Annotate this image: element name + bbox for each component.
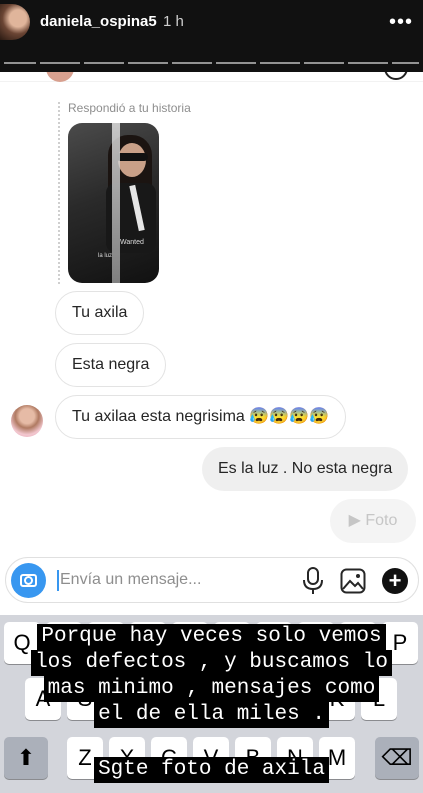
replied-story-thumbnail[interactable]: Wanted la luz (68, 123, 159, 283)
story-username[interactable]: daniela_ospina5 (40, 13, 157, 30)
story-progress-segment (304, 62, 344, 64)
incoming-message[interactable]: Tu axila (55, 291, 145, 335)
thumb-sunglasses (116, 153, 148, 161)
info-icon (384, 72, 408, 80)
photo-message-button[interactable]: ▶ Foto (330, 499, 416, 543)
plus-icon[interactable]: + (382, 568, 408, 594)
chat-screenshot: Respondió a tu historia Wanted la luz Tu… (0, 72, 423, 615)
caption-line: mas minimo , mensajes como (43, 676, 380, 702)
outgoing-message[interactable]: Es la luz . No esta negra (202, 447, 409, 491)
story-avatar[interactable] (0, 4, 30, 40)
story-caption-footer: Sgte foto de axila (0, 757, 423, 783)
thumb-sticker-text: Wanted (120, 239, 144, 246)
story-progress-segment (348, 62, 388, 64)
reply-label: Respondió a tu historia (68, 101, 191, 115)
story-progress-segment (172, 62, 212, 64)
story-caption: Porque hay veces solo vemos los defectos… (0, 624, 423, 728)
story-header: daniela_ospina5 1 h ••• (0, 0, 423, 72)
caption-line: los defectos , y buscamos lo (31, 650, 392, 676)
story-progress-segment (128, 62, 168, 64)
more-dots-icon[interactable]: ••• (389, 12, 413, 32)
story-progress-segment (4, 62, 36, 64)
caption-line: Porque hay veces solo vemos (37, 624, 386, 650)
camera-lens-shape (24, 576, 33, 585)
gallery-icon[interactable] (340, 568, 366, 594)
sender-avatar[interactable] (11, 405, 43, 437)
reply-divider (58, 102, 60, 284)
chat-header-avatar (46, 72, 74, 82)
text-caret (57, 570, 59, 591)
chat-header-edge (0, 72, 423, 82)
story-progress-segment (392, 62, 419, 64)
story-progress-segment (260, 62, 300, 64)
message-composer: + (5, 557, 419, 603)
incoming-message[interactable]: Esta negra (55, 343, 167, 387)
message-input[interactable] (60, 567, 290, 593)
story-progress-segment (216, 62, 256, 64)
thumb-sticker-text: la luz (98, 253, 113, 259)
caption-line: el de ella miles . (94, 702, 329, 728)
incoming-message[interactable]: Tu axilaa esta negrisima 😰😰😰😰 (55, 395, 346, 439)
thumb-divider (112, 123, 120, 283)
microphone-icon[interactable] (302, 567, 324, 595)
story-progress-segment (40, 62, 80, 64)
story-timestamp: 1 h (163, 13, 184, 30)
caption-line: Sgte foto de axila (94, 757, 329, 783)
story-progress-segment (84, 62, 124, 64)
camera-icon[interactable] (11, 563, 46, 598)
